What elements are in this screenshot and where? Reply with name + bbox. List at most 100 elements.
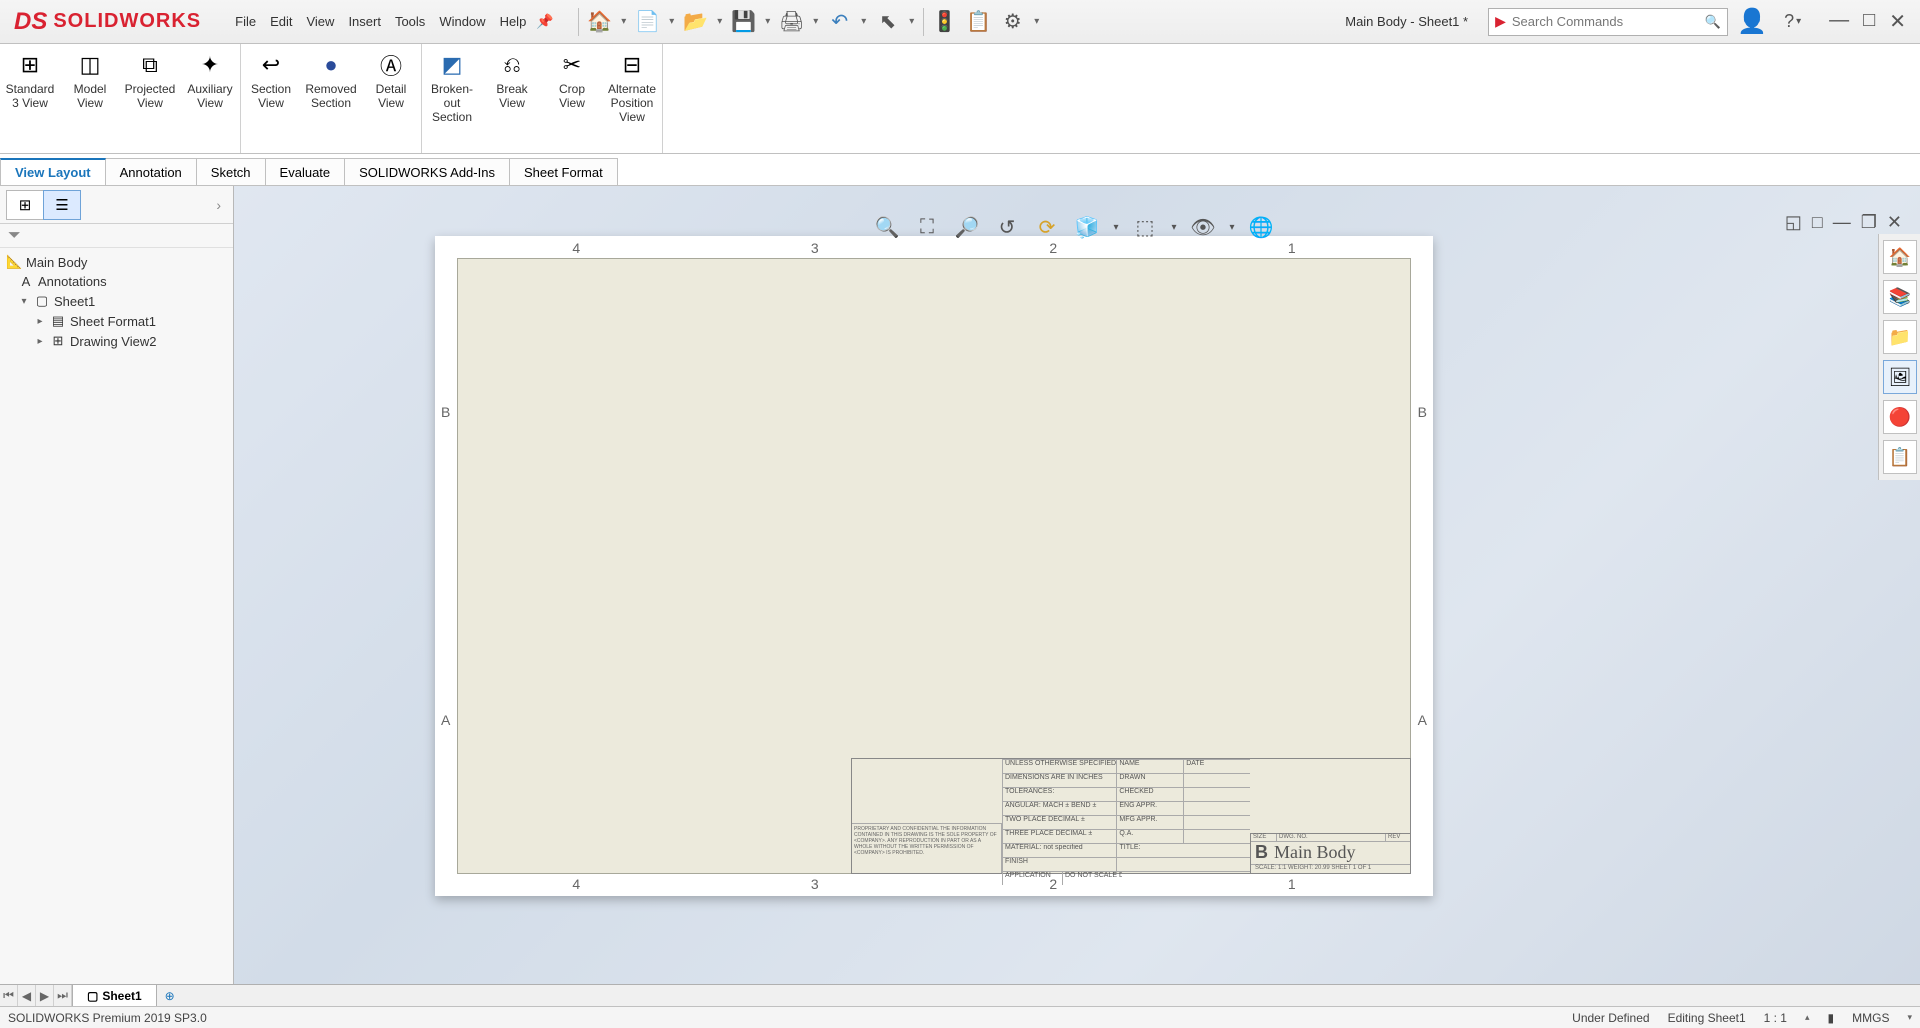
rebuild-icon[interactable]: 🚦 [928,5,962,39]
pin-icon[interactable]: 📌 [536,13,553,30]
undo-icon[interactable]: ↶ [823,5,857,39]
zoom-window-icon[interactable]: 🔍 [870,210,904,244]
tree-root[interactable]: 📐 Main Body [0,252,233,272]
status-lock-icon[interactable]: ▮ [1828,1011,1835,1025]
sheet-tab-icon: ▢ [87,989,98,1003]
print-dropdown[interactable]: ▾ [809,5,823,39]
view-orientation-icon[interactable]: 👁 [1186,210,1220,244]
prev-sheet-icon[interactable]: ◀ [18,985,36,1006]
sheet-tab-sheet1[interactable]: ▢ Sheet1 [73,985,157,1006]
tab-annotation[interactable]: Annotation [106,158,197,185]
maximize-button[interactable]: □ [1863,9,1875,34]
last-sheet-icon[interactable]: ⏭ [54,985,72,1006]
hide-show-dropdown[interactable]: ▾ [1168,210,1180,244]
search-commands-input[interactable]: ▶ Search Commands 🔍 [1488,8,1728,36]
menu-insert[interactable]: Insert [348,14,381,29]
menu-file[interactable]: File [235,14,256,29]
view-palette-icon[interactable]: 🖼 [1883,360,1917,394]
options-list-icon[interactable]: 📋 [962,5,996,39]
design-library-icon[interactable]: 📚 [1883,280,1917,314]
undo-dropdown[interactable]: ▾ [857,5,871,39]
tab-addins[interactable]: SOLIDWORKS Add-Ins [345,158,510,185]
projected-view-button[interactable]: ⧉ProjectedView [120,44,180,153]
tree-node-sheet-format1[interactable]: ▸ ▤ Sheet Format1 [0,311,233,331]
new-dropdown[interactable]: ▾ [665,5,679,39]
viewport-expand-icon[interactable]: ❐ [1861,212,1877,233]
twisty-icon[interactable]: ▸ [34,336,46,347]
menu-tools[interactable]: Tools [395,14,425,29]
hide-show-icon[interactable]: ⬚ [1128,210,1162,244]
status-scale[interactable]: 1 : 1 [1764,1011,1787,1025]
view-orientation-dropdown[interactable]: ▾ [1226,210,1238,244]
zoom-area-icon[interactable]: 🔎 [950,210,984,244]
viewport-minimize-icon[interactable]: — [1833,212,1851,233]
add-sheet-icon[interactable]: ⊕ [157,985,183,1006]
drawing-sheet[interactable]: 4 3 2 1 4 3 2 1 B A B A PROPRIETARY AND … [435,236,1433,896]
tree-node-annotations[interactable]: A Annotations [0,272,233,291]
viewport-maximize-icon[interactable]: □ [1812,212,1823,233]
zoom-fit-icon[interactable]: ⛶ [910,210,944,244]
save-dropdown[interactable]: ▾ [761,5,775,39]
logo-text: SOLIDWORKS [53,10,201,33]
open-icon[interactable]: 📂 [679,5,713,39]
menu-view[interactable]: View [306,14,334,29]
broken-out-section-button[interactable]: ◩Broken-outSection [422,44,482,153]
twisty-icon[interactable]: ▸ [34,316,46,327]
section-view-button[interactable]: ↩SectionView [241,44,301,153]
viewport-close-icon[interactable]: ✕ [1887,212,1902,233]
tree-filter-icon[interactable]: ⏷ [0,224,233,248]
open-dropdown[interactable]: ▾ [713,5,727,39]
menu-help[interactable]: Help [500,14,527,29]
user-icon[interactable]: 👤 [1736,6,1768,38]
display-state-dropdown[interactable]: ▾ [1110,210,1122,244]
new-icon[interactable]: 📄 [631,5,665,39]
custom-properties-icon[interactable]: 📋 [1883,440,1917,474]
model-view-button[interactable]: ◫ModelView [60,44,120,153]
resources-icon[interactable]: 🏠 [1883,240,1917,274]
home-icon[interactable]: 🏠 [583,5,617,39]
tab-view-layout[interactable]: View Layout [0,158,106,185]
feature-tree-tab-icon[interactable]: ⊞ [6,190,44,220]
status-units-dropdown-icon[interactable]: ▾ [1907,1012,1912,1023]
tab-evaluate[interactable]: Evaluate [266,158,346,185]
file-explorer-icon[interactable]: 📁 [1883,320,1917,354]
close-button[interactable]: ✕ [1889,9,1906,34]
viewport-restore-icon[interactable]: ◱ [1785,212,1802,233]
menu-edit[interactable]: Edit [270,14,292,29]
tab-sketch[interactable]: Sketch [197,158,266,185]
status-scale-dropdown-icon[interactable]: ▴ [1805,1012,1810,1023]
display-state-icon[interactable]: 🧊 [1070,210,1104,244]
home-dropdown[interactable]: ▾ [617,5,631,39]
alternate-position-view-button[interactable]: ⊟AlternatePositionView [602,44,662,153]
detail-view-button[interactable]: ⒶDetailView [361,44,421,153]
twisty-icon[interactable]: ▾ [18,296,30,307]
select-dropdown[interactable]: ▾ [905,5,919,39]
save-icon[interactable]: 💾 [727,5,761,39]
menu-window[interactable]: Window [439,14,485,29]
options-icon[interactable]: ⚙ [996,5,1030,39]
standard-3-view-button[interactable]: ⊞Standard3 View [0,44,60,153]
previous-view-icon[interactable]: ↺ [990,210,1024,244]
appearances-icon[interactable]: 🔴 [1883,400,1917,434]
select-icon[interactable]: ⬉ [871,5,905,39]
auxiliary-view-button[interactable]: ✦AuxiliaryView [180,44,240,153]
first-sheet-icon[interactable]: ⏮ [0,985,18,1006]
next-sheet-icon[interactable]: ▶ [36,985,54,1006]
property-manager-tab-icon[interactable]: ☰ [43,190,81,220]
3d-drawing-view-icon[interactable]: 🌐 [1244,210,1278,244]
title-block[interactable]: PROPRIETARY AND CONFIDENTIAL THE INFORMA… [851,758,1411,874]
break-view-button[interactable]: ⎌BreakView [482,44,542,153]
crop-view-button[interactable]: ✂CropView [542,44,602,153]
status-units[interactable]: MMGS [1852,1011,1889,1025]
help-button[interactable]: ? ▾ [1784,11,1801,32]
break-view-icon: ⎌ [503,50,521,80]
section-view-hud-icon[interactable]: ⟳ [1030,210,1064,244]
tab-sheet-format[interactable]: Sheet Format [510,158,618,185]
print-icon[interactable]: 🖨 [775,5,809,39]
panel-collapse-icon[interactable]: › [216,197,221,213]
tree-node-sheet1[interactable]: ▾ ▢ Sheet1 [0,291,233,311]
tree-node-drawing-view2[interactable]: ▸ ⊞ Drawing View2 [0,331,233,351]
removed-section-button[interactable]: ●RemovedSection [301,44,361,153]
options-dropdown[interactable]: ▾ [1030,5,1044,39]
minimize-button[interactable]: — [1829,9,1849,34]
